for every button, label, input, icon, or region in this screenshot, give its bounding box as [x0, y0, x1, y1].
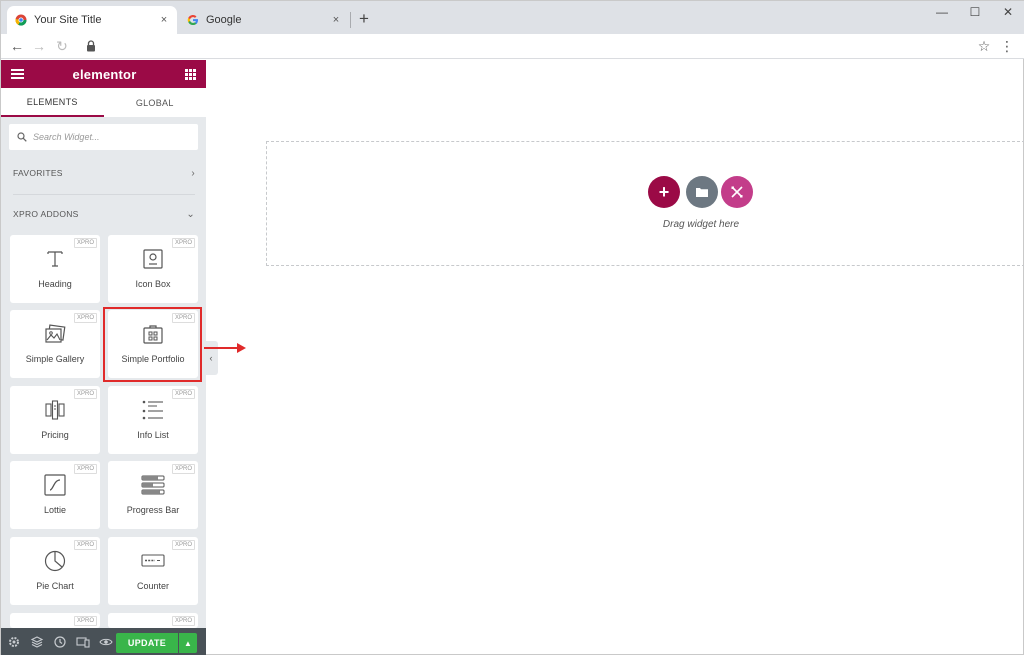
heading-icon: [47, 251, 63, 267]
gallery-icon: [45, 324, 66, 343]
xpro-badge: XPRO: [171, 238, 195, 248]
tab-title: Your Site Title: [34, 14, 102, 26]
responsive-mode-icon[interactable]: [76, 635, 90, 649]
history-icon[interactable]: [53, 635, 67, 649]
chevron-right-icon: ›: [191, 167, 195, 179]
xpro-badge: XPRO: [73, 313, 97, 323]
widget-counter[interactable]: XPRO Counter: [108, 537, 198, 605]
lock-icon: [87, 40, 95, 52]
widget-label: Counter: [136, 581, 170, 591]
info-list-icon: [142, 400, 163, 420]
widget-heading[interactable]: XPRO Heading: [10, 235, 100, 303]
xpro-templates-button[interactable]: [721, 176, 753, 208]
widget-pie-chart[interactable]: XPRO Pie Chart: [10, 537, 100, 605]
panel-tabs: ELEMENTS GLOBAL: [1, 88, 206, 117]
favorites-section-header[interactable]: FAVORITES ›: [13, 166, 195, 180]
tab-elements[interactable]: ELEMENTS: [1, 88, 104, 117]
section-label: FAVORITES: [13, 168, 63, 178]
tab-title: Google: [206, 14, 242, 26]
search-placeholder: Search Widget...: [33, 132, 100, 142]
browser-window: Your Site Title × Google × + — ☐ ✕ ← → ↻…: [0, 0, 1024, 655]
browser-toolbar: ← → ↻ ☆ ⋮: [1, 34, 1024, 59]
pie-chart-icon: [44, 550, 66, 572]
drop-zone[interactable]: [266, 141, 1024, 266]
xpro-badge: XPRO: [73, 238, 97, 248]
drag-widget-hint: Drag widget here: [662, 219, 740, 230]
widget-label: Icon Box: [135, 279, 171, 289]
tab-close-icon[interactable]: ×: [155, 14, 173, 26]
xpro-badge: XPRO: [73, 616, 97, 626]
widget-lottie[interactable]: XPRO Lottie: [10, 461, 100, 529]
widget-label: Progress Bar: [126, 505, 180, 515]
section-divider: [13, 194, 195, 195]
section-label: XPRO ADDONS: [13, 209, 79, 219]
browser-menu-icon[interactable]: ⋮: [1000, 37, 1014, 55]
update-options-caret-icon[interactable]: ▲: [179, 633, 197, 653]
add-template-button[interactable]: [686, 176, 718, 208]
annotation-arrow-head: [237, 343, 246, 353]
folder-icon: [696, 188, 708, 197]
widget-simple-gallery[interactable]: XPRO Simple Gallery: [10, 310, 100, 378]
xpro-badge: XPRO: [171, 616, 195, 626]
maximize-icon[interactable]: ☐: [967, 5, 983, 21]
widget-icon-box[interactable]: XPRO Icon Box: [108, 235, 198, 303]
widget-label: Pricing: [41, 430, 69, 440]
tab-separator: [350, 12, 351, 28]
update-button[interactable]: UPDATE: [116, 633, 178, 653]
xpro-badge: XPRO: [171, 464, 195, 474]
pricing-icon: [45, 400, 65, 420]
bookmark-star-icon[interactable]: ☆: [975, 37, 993, 55]
xpro-badge: XPRO: [171, 540, 195, 550]
counter-icon: [141, 554, 165, 567]
elementor-logo: elementor: [72, 66, 137, 82]
hamburger-menu-icon[interactable]: [11, 69, 24, 79]
widget-info-list[interactable]: XPRO Info List: [108, 386, 198, 454]
xpro-logo-icon: [731, 186, 743, 198]
simple-portfolio-highlight: [103, 307, 202, 382]
widget-partial[interactable]: XPRO: [108, 613, 198, 628]
lottie-icon: [44, 474, 66, 496]
widget-progress-bar[interactable]: XPRO Progress Bar: [108, 461, 198, 529]
progress-bar-icon: [141, 475, 165, 495]
minimize-icon[interactable]: —: [934, 5, 950, 21]
settings-gear-icon[interactable]: [7, 635, 21, 649]
widget-label: Simple Gallery: [25, 354, 85, 364]
panel-header: elementor: [1, 60, 206, 88]
tab-your-site-title[interactable]: Your Site Title ×: [7, 6, 177, 34]
search-icon: [17, 132, 27, 142]
widget-pricing[interactable]: XPRO Pricing: [10, 386, 100, 454]
widgets-grid-icon[interactable]: [185, 68, 196, 80]
add-section-button[interactable]: +: [648, 176, 680, 208]
forward-icon[interactable]: →: [30, 37, 48, 55]
preview-eye-icon[interactable]: [99, 635, 113, 649]
tab-google[interactable]: Google ×: [179, 6, 349, 34]
panel-footer: UPDATE ▲: [1, 628, 206, 655]
new-tab-icon[interactable]: +: [355, 10, 373, 28]
google-favicon-icon: [187, 15, 198, 25]
widget-label: Pie Chart: [36, 581, 74, 591]
tab-bar: Your Site Title × Google × + — ☐ ✕: [1, 1, 1024, 34]
xpro-badge: XPRO: [171, 389, 195, 399]
widget-label: Heading: [38, 279, 72, 289]
window-close-icon[interactable]: ✕: [1000, 5, 1016, 21]
widget-partial[interactable]: XPRO: [10, 613, 100, 628]
navigator-layers-icon[interactable]: [30, 635, 44, 649]
widget-label: Lottie: [43, 505, 67, 515]
search-widget-input[interactable]: Search Widget...: [9, 124, 198, 150]
back-icon[interactable]: ←: [8, 37, 26, 55]
chevron-down-icon: ⌄: [186, 208, 195, 220]
tab-global[interactable]: GLOBAL: [104, 88, 207, 117]
widget-label: Info List: [137, 430, 169, 440]
xpro-badge: XPRO: [73, 389, 97, 399]
xpro-addons-section-header[interactable]: XPRO ADDONS ⌄: [13, 207, 195, 221]
xpro-badge: XPRO: [73, 464, 97, 474]
annotation-arrow-line: [204, 347, 240, 349]
chrome-favicon-icon: [15, 14, 27, 26]
tab-close-icon[interactable]: ×: [327, 14, 345, 26]
xpro-badge: XPRO: [73, 540, 97, 550]
reload-icon[interactable]: ↻: [53, 37, 71, 55]
icon-box-icon: [143, 249, 163, 269]
